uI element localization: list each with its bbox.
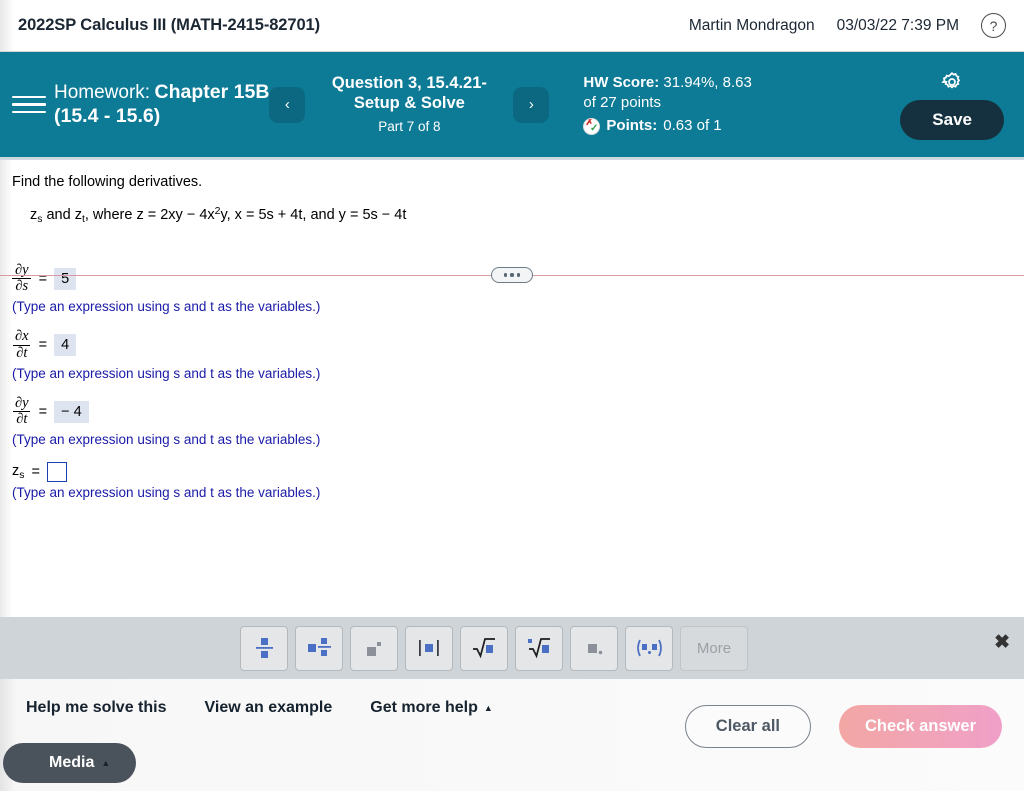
homework-label: Homework: [54, 81, 151, 103]
fraction-denominator: ∂t [13, 344, 31, 361]
equation-tail: y, x = 5s + 4t, and y = 5s − 4t [220, 207, 407, 223]
fraction-denominator: ∂t [13, 411, 31, 427]
hw-score-line: HW Score: 31.94%, 8.63 [583, 73, 805, 93]
drag-handle[interactable] [491, 267, 533, 283]
answer-field[interactable]: 4 [54, 334, 77, 357]
hw-score-line2: of 27 points [583, 93, 661, 111]
problem-content: Find the following derivatives. zs and z… [0, 160, 1024, 617]
get-more-help-button[interactable]: Get more help ▲ [370, 699, 493, 717]
media-button[interactable]: Media ▲ [3, 743, 137, 783]
menu-icon-bar [12, 103, 46, 106]
get-more-help-label: Get more help [370, 699, 478, 716]
drag-dot [510, 273, 514, 277]
gear-icon[interactable] [940, 70, 964, 94]
question-info: Question 3, 15.4.21-Setup & Solve Part 7… [315, 74, 503, 135]
homework-range: (15.4 - 15.6) [54, 104, 161, 127]
fraction-numerator: ∂y [15, 394, 29, 411]
square-root-button[interactable] [460, 625, 508, 671]
derivative-fraction: ∂y ∂t [12, 394, 32, 427]
equation-rest: , where z = 2xy − 4x [84, 207, 215, 223]
homework-title: Homework: Chapter 15B (15.4 - 15.6) [54, 81, 269, 129]
media-label: Media [49, 754, 95, 771]
score-info: HW Score: 31.94%, 8.63 of 27 points Poin… [583, 73, 805, 137]
save-button[interactable]: Save [900, 99, 1004, 140]
answer-hint: (Type an expression using s and t as the… [12, 365, 321, 381]
user-name: Martin Mondragon [688, 16, 815, 34]
points-line: Points: 0.63 of 1 [583, 116, 805, 136]
drag-dot [517, 273, 521, 277]
partial-credit-icon [583, 117, 601, 135]
decimal-button[interactable] [570, 625, 618, 671]
date-time: 03/03/22 7:39 PM [836, 16, 959, 34]
answer-row: ∂y ∂t = − 4 [12, 394, 1024, 427]
answer-input-empty[interactable] [46, 462, 67, 483]
drag-dot [503, 273, 507, 277]
answer-hint: (Type an expression using s and t as the… [12, 485, 321, 501]
ordered-pair-button[interactable] [625, 625, 673, 671]
exponent-button[interactable] [350, 625, 398, 671]
check-answer-button[interactable]: Check answer [839, 705, 1002, 748]
help-icon[interactable]: ? [981, 13, 1006, 38]
clear-all-button[interactable]: Clear all [684, 705, 812, 748]
math-palette-toolbar: More ✖ [0, 617, 1024, 679]
top-bar: 2022SP Calculus III (MATH-2415-82701) Ma… [0, 0, 1024, 52]
menu-icon-bar [12, 110, 46, 114]
bottom-action-bar: Help me solve this View an example Get m… [0, 679, 1024, 791]
answer-row-final: zs = [12, 462, 1024, 483]
answer-field[interactable]: − 4 [54, 400, 89, 423]
answer-row: ∂x ∂t = 4 [12, 329, 1024, 360]
points-value: 0.63 of 1 [663, 117, 722, 135]
view-an-example-link[interactable]: View an example [205, 699, 333, 717]
previous-question-button[interactable]: ‹ [269, 86, 306, 123]
zs-label: zs [12, 463, 24, 481]
problem-equation: zs and zt, where z = 2xy − 4x2y, x = 5s … [0, 190, 1024, 225]
top-bar-right: Martin Mondragon 03/03/22 7:39 PM ? [689, 13, 1006, 38]
hw-score-label: HW Score: [583, 73, 660, 91]
menu-icon-bar [12, 95, 46, 99]
assignment-header: Homework: Chapter 15B (15.4 - 15.6) ‹ Qu… [0, 52, 1024, 160]
derivative-fraction: ∂x ∂t [12, 329, 32, 360]
mixed-number-button[interactable] [295, 625, 343, 671]
header-actions: Save [900, 70, 1010, 140]
fraction-button[interactable] [240, 625, 288, 671]
absolute-value-button[interactable] [405, 625, 453, 671]
resize-divider [0, 267, 1024, 283]
equation-mid: and z [42, 207, 82, 223]
divider-line-right [533, 274, 1024, 276]
problem-prompt: Find the following derivatives. [12, 174, 203, 190]
points-label: Points: [606, 117, 658, 135]
chevron-up-icon: ▲ [101, 758, 111, 768]
next-question-button[interactable]: › [513, 86, 550, 123]
hw-score-value: 31.94%, 8.63 [663, 73, 752, 91]
help-me-solve-this-link[interactable]: Help me solve this [26, 699, 167, 717]
equals-sign: = [31, 464, 40, 481]
question-part: Part 7 of 8 [378, 118, 441, 134]
divider-line-left [0, 274, 491, 276]
equals-sign: = [38, 337, 48, 354]
more-button[interactable]: More [680, 625, 748, 671]
zs-subscript: s [19, 470, 25, 482]
course-title: 2022SP Calculus III (MATH-2415-82701) [18, 16, 320, 34]
answer-hint: (Type an expression using s and t as the… [12, 299, 321, 315]
question-title: Question 3, 15.4.21-Setup & Solve [331, 74, 487, 112]
equals-sign: = [38, 403, 48, 420]
menu-icon[interactable] [12, 88, 46, 122]
submit-actions: Clear all Check answer [684, 705, 1002, 748]
homework-name: Chapter 15B [154, 80, 270, 103]
chevron-up-icon: ▲ [483, 703, 493, 713]
answer-hint: (Type an expression using s and t as the… [12, 432, 321, 448]
fraction-numerator: ∂x [15, 328, 29, 345]
nth-root-button[interactable] [515, 625, 563, 671]
close-icon[interactable]: ✖ [994, 631, 1010, 654]
